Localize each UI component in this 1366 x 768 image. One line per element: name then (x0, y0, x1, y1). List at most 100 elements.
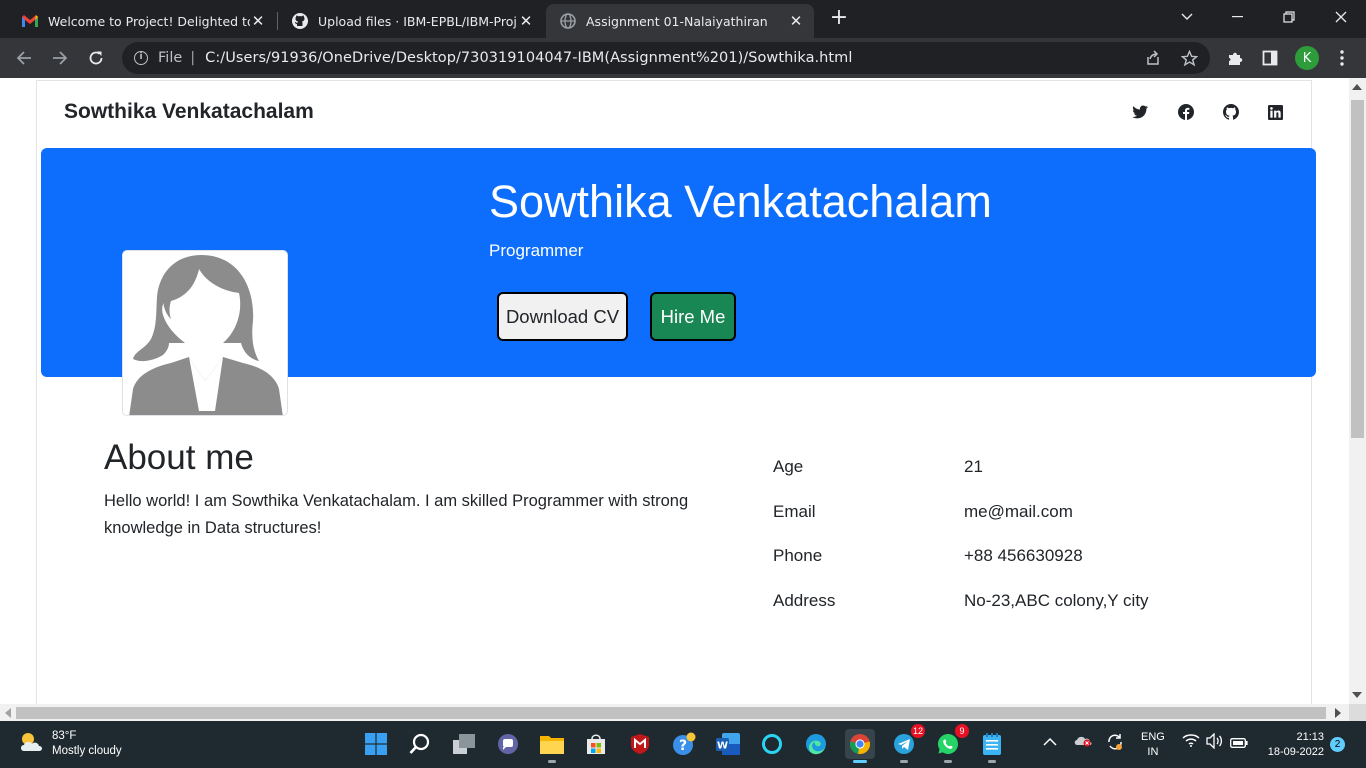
info-label-address: Address (773, 591, 836, 610)
browser-toolbar: i File | C:/Users/91936/OneDrive/Desktop… (0, 38, 1366, 78)
profile-avatar[interactable]: K (1295, 46, 1319, 70)
globe-icon (560, 13, 576, 29)
close-icon[interactable]: ✕ (518, 12, 534, 30)
about-heading: About me (104, 438, 254, 477)
navbar-brand[interactable]: Sowthika Venkatachalam (64, 100, 314, 124)
tab-search-icon[interactable] (1164, 0, 1210, 34)
gmail-icon (22, 13, 38, 29)
page-viewport: Sowthika Venkatachalam Sowthika Venkatac… (0, 78, 1366, 704)
tab-title: Assignment 01-Nalaiyathiran (586, 13, 768, 29)
close-icon[interactable]: ✕ (250, 12, 266, 30)
tab-assignment[interactable]: Assignment 01-Nalaiyathiran ✕ (546, 4, 814, 38)
sync-icon[interactable] (1106, 733, 1124, 754)
hero-subtitle: Programmer (489, 241, 584, 260)
cloudy-weather-icon (18, 731, 44, 758)
info-label-email: Email (773, 502, 816, 521)
scroll-thumb[interactable] (1351, 100, 1364, 438)
scrollbar-corner (1349, 704, 1366, 721)
about-text: Hello world! I am Sowthika Venkatachalam… (104, 492, 689, 537)
info-value-phone: +88 456630928 (964, 546, 1083, 565)
info-icon[interactable]: i (134, 51, 148, 65)
mcafee-icon[interactable] (625, 729, 655, 759)
linkedin-icon[interactable] (1266, 103, 1284, 121)
file-explorer-icon[interactable] (537, 729, 567, 763)
new-tab-button[interactable]: + (828, 7, 850, 29)
hero-title: Sowthika Venkatachalam (489, 176, 992, 227)
back-icon[interactable] (12, 46, 36, 70)
notepad-icon[interactable] (977, 729, 1007, 763)
language-indicator[interactable]: ENG IN (1141, 730, 1165, 760)
help-icon[interactable]: ? (669, 729, 699, 759)
github-icon[interactable] (1222, 103, 1240, 121)
url-text[interactable]: C:/Users/91936/OneDrive/Desktop/73031910… (205, 50, 852, 66)
download-cv-button[interactable]: Download CV (497, 292, 628, 341)
bookmark-star-icon[interactable] (1179, 48, 1199, 68)
weather-widget[interactable]: 83°F Mostly cloudy (18, 729, 122, 759)
close-window-icon[interactable] (1318, 0, 1364, 34)
whatsapp-icon[interactable]: 9 (933, 724, 969, 763)
forward-icon[interactable] (48, 46, 72, 70)
scroll-up-arrow[interactable] (1352, 84, 1362, 90)
url-divider: | (190, 50, 196, 66)
reload-icon[interactable] (84, 46, 108, 70)
hire-me-button[interactable]: Hire Me (650, 292, 736, 341)
language-code: ENG (1141, 731, 1165, 743)
vertical-scrollbar[interactable] (1349, 78, 1366, 704)
info-label-age: Age (773, 457, 804, 476)
telegram-badge: 12 (910, 724, 925, 738)
scroll-down-arrow[interactable] (1352, 692, 1362, 698)
twitter-icon[interactable] (1131, 103, 1149, 121)
horizontal-scrollbar[interactable] (0, 704, 1349, 721)
scroll-left-arrow[interactable] (5, 708, 11, 718)
github-icon (292, 13, 308, 29)
notification-badge[interactable]: 2 (1330, 737, 1345, 752)
info-label-phone: Phone (773, 546, 823, 565)
telegram-icon[interactable]: 12 (889, 724, 925, 763)
chrome-icon[interactable] (845, 729, 875, 763)
store-icon[interactable] (581, 729, 611, 759)
onedrive-icon[interactable] (1073, 733, 1093, 750)
minimize-icon[interactable] (1214, 0, 1260, 34)
start-icon[interactable] (361, 729, 391, 759)
edge-icon[interactable] (801, 729, 831, 759)
clock-time: 21:13 (1296, 731, 1324, 743)
svg-text:?: ? (679, 738, 687, 754)
tab-gmail[interactable]: Welcome to Project! Delighted to ✕ (8, 4, 276, 38)
info-value-age: 21 (964, 457, 983, 476)
tab-github[interactable]: Upload files · IBM-EPBL/IBM-Proj ✕ (278, 4, 544, 38)
weather-temp: 83°F (52, 730, 77, 742)
info-value-email: me@mail.com (964, 502, 1073, 521)
close-icon[interactable]: ✕ (788, 12, 804, 30)
volume-icon[interactable] (1206, 732, 1224, 752)
scroll-right-arrow[interactable] (1335, 708, 1341, 718)
battery-icon[interactable] (1230, 736, 1248, 751)
clock-date: 18-09-2022 (1267, 746, 1324, 758)
task-view-icon[interactable] (449, 729, 479, 759)
region-code: IN (1147, 746, 1159, 758)
search-icon[interactable] (405, 729, 435, 759)
tab-strip: Welcome to Project! Delighted to ✕ Uploa… (0, 0, 1366, 38)
word-icon[interactable]: W (713, 729, 743, 759)
cortana-icon[interactable] (757, 729, 787, 759)
address-bar[interactable]: i File | C:/Users/91936/OneDrive/Desktop… (122, 42, 1210, 74)
tab-title: Welcome to Project! Delighted to (48, 13, 250, 29)
extensions-icon[interactable] (1223, 46, 1247, 70)
share-icon[interactable] (1143, 48, 1163, 68)
teams-chat-icon[interactable] (493, 729, 523, 759)
url-scheme: File (158, 50, 183, 66)
side-panel-icon[interactable] (1258, 46, 1282, 70)
whatsapp-badge: 9 (955, 724, 969, 738)
windows-taskbar: 83°F Mostly cloudy ? W 12 9 ENG IN 21:13… (0, 721, 1366, 768)
restore-icon[interactable] (1266, 0, 1312, 34)
system-clock[interactable]: 21:13 18-09-2022 (1262, 730, 1324, 760)
menu-icon[interactable] (1330, 46, 1354, 70)
info-value-address: No-23,ABC colony,Y city (964, 591, 1149, 610)
wifi-icon[interactable] (1182, 733, 1200, 750)
weather-desc: Mostly cloudy (52, 745, 122, 757)
facebook-icon[interactable] (1177, 103, 1195, 121)
tab-title: Upload files · IBM-EPBL/IBM-Proj (318, 13, 517, 29)
profile-avatar-image (122, 250, 288, 416)
chevron-up-icon[interactable] (1043, 735, 1057, 750)
scroll-thumb[interactable] (16, 707, 1326, 719)
svg-text:W: W (717, 741, 728, 752)
